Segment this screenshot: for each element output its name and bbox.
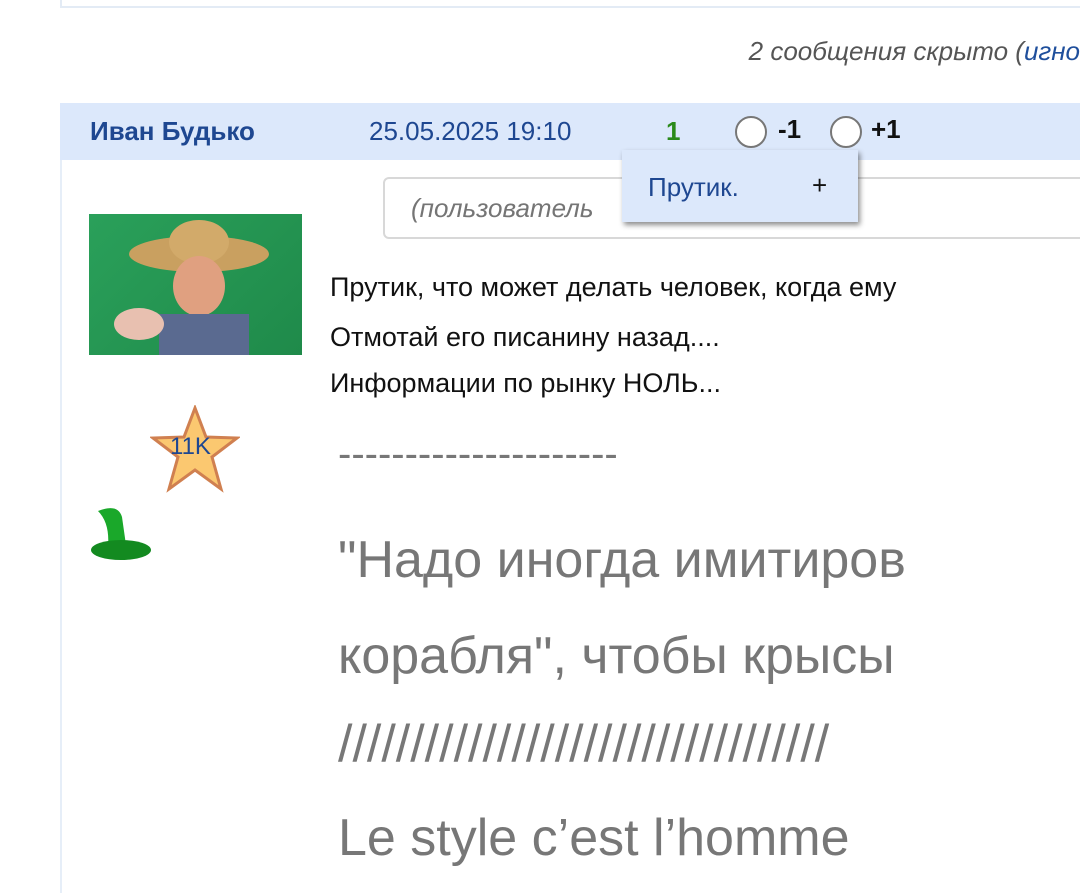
signature-line: //////////////////////////////////	[338, 715, 830, 773]
message-line: Отмотай его писанину назад....	[330, 322, 720, 352]
avatar[interactable]	[89, 214, 302, 355]
ignore-link[interactable]: игно	[1024, 36, 1080, 66]
message-line: Прутик, что может делать человек, когда …	[330, 272, 897, 302]
vote-plus-radio[interactable]	[830, 116, 862, 148]
hidden-messages-notice: 2 сообщения скрыто (игно	[749, 36, 1080, 67]
signature-line: Le style c’est l’homme	[338, 809, 850, 867]
rating-badge: 11K	[170, 433, 211, 460]
post-date[interactable]: 25.05.2025 19:10	[369, 116, 571, 147]
signature-line: корабля", чтобы крысы	[338, 627, 895, 685]
vote-minus-radio[interactable]	[735, 116, 767, 148]
voter-name[interactable]: Прутик.	[648, 172, 739, 203]
wizard-hat-icon	[91, 508, 151, 560]
vote-minus-label: -1	[778, 114, 802, 144]
signature-line: ---------------------	[338, 432, 618, 476]
previous-post-box	[60, 0, 1080, 8]
vote-plus-label: +1	[871, 114, 901, 144]
rating-score: 1	[666, 116, 681, 146]
post-border	[60, 160, 62, 893]
signature-line: "Надо иногда имитиров	[338, 531, 906, 589]
voter-vote: +	[812, 170, 828, 200]
author-name[interactable]: Иван Будько	[90, 116, 255, 147]
hidden-text: 2 сообщения скрыто (	[748, 36, 1024, 66]
message-line: Информации по рынку НОЛЬ...	[330, 368, 721, 398]
voters-popup: Прутик. +	[622, 150, 858, 222]
avatar-image	[114, 220, 269, 355]
